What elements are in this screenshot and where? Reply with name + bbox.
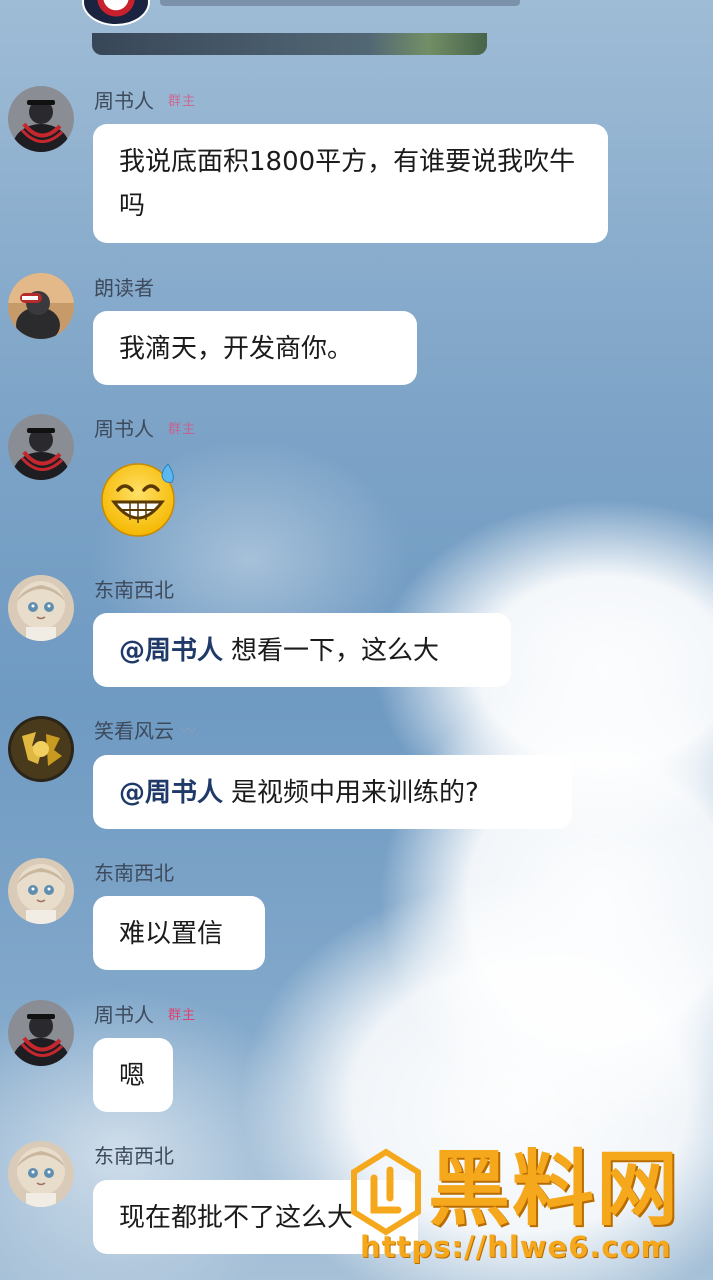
sender-name: 笑看风云 [94,718,174,743]
sender-name: 周书人 [94,1002,154,1027]
message-bubble[interactable]: 我说底面积1800平方，有谁要说我吹牛吗 [93,124,608,243]
message-text: 现在都批不了这么大 [119,1203,354,1233]
sender-name: 东南西北 [94,860,174,885]
watermark: 黑料网 https://hlwe6.com [350,1142,700,1268]
sender-name: 东南西北 [94,1143,174,1168]
avatar-langduzhe[interactable] [8,273,74,339]
avatar-zhoushuren[interactable] [8,1000,74,1066]
watermark-url: https://hlwe6.com [360,1230,672,1264]
top-media-card[interactable] [92,33,487,55]
vip-wing-icon: 〰 [180,721,197,740]
sender-name: 周书人 [94,88,154,113]
message-bubble[interactable]: @周书人 是视频中用来训练的? [93,755,572,829]
grinning-sweat-emoji-icon[interactable] [98,458,182,538]
owner-badge: 群主 [168,93,197,109]
message-bubble[interactable]: 我滴天，开发商你。 [93,311,417,385]
top-cropped-message [0,0,713,60]
avatar-dongnanxibei[interactable] [8,1141,74,1207]
avatar-zhoushuren[interactable] [8,86,74,152]
message-bubble[interactable]: 嗯 [93,1038,173,1112]
mention-link[interactable]: @周书人 [119,778,223,808]
watermark-title: 黑料网 [428,1142,681,1237]
avatar-xiaokanfengyun[interactable] [8,716,74,782]
watermark-logo-icon [350,1148,422,1240]
top-title-fragment [160,0,520,6]
message-text: 难以置信 [119,919,224,949]
owner-badge: 群主 [168,1007,197,1023]
sender-name: 东南西北 [94,577,174,602]
owner-badge: 群主 [168,421,197,437]
message-text: 嗯 [119,1061,146,1091]
sender-name: 周书人 [94,416,154,441]
mention-link[interactable]: @周书人 [119,636,223,666]
avatar-zhoushuren[interactable] [8,414,74,480]
message-text: 想看一下，这么大 [231,636,440,666]
message-text: 是视频中用来训练的? [231,778,479,808]
message-text: 我滴天，开发商你。 [119,334,354,364]
sender-name: 朗读者 [94,275,154,300]
avatar-dongnanxibei[interactable] [8,575,74,641]
top-avatar[interactable] [82,0,150,26]
message-bubble[interactable]: 难以置信 [93,896,265,970]
message-bubble[interactable]: @周书人 想看一下，这么大 [93,613,511,687]
message-text: 我说底面积1800平方，有谁要说我吹牛吗 [119,147,576,221]
avatar-dongnanxibei[interactable] [8,858,74,924]
